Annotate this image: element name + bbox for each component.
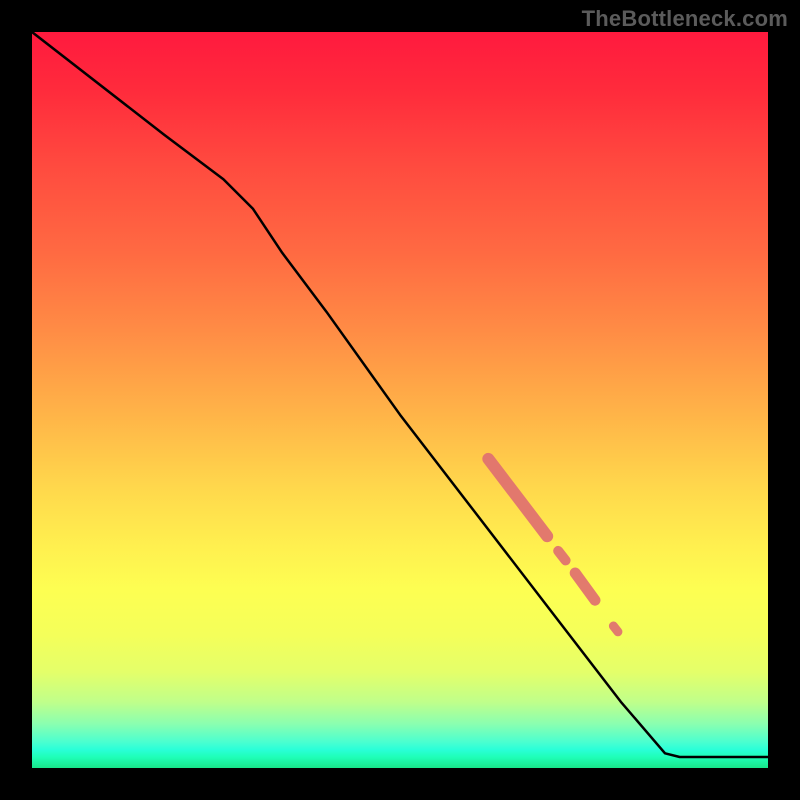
chart-frame: TheBottleneck.com <box>0 0 800 800</box>
watermark-text: TheBottleneck.com <box>582 6 788 32</box>
gradient-plot-area <box>32 32 768 768</box>
